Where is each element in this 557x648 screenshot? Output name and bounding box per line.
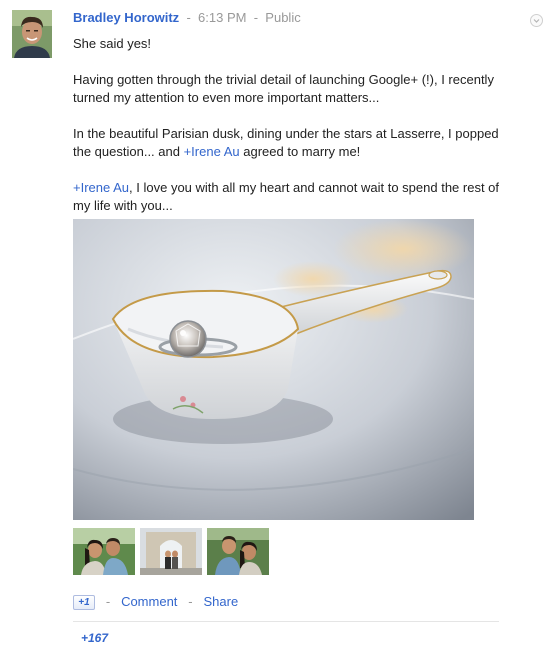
stream-post: Bradley Horowitz - 6:13 PM - Public She … — [0, 0, 557, 648]
post-menu-button[interactable] — [530, 14, 543, 27]
mention-link[interactable]: +Irene Au — [73, 180, 129, 195]
main-photo[interactable] — [73, 219, 474, 520]
comment-link[interactable]: Comment — [121, 594, 177, 609]
post-body: She said yes! Having gotten through the … — [73, 35, 513, 233]
share-link[interactable]: Share — [203, 594, 238, 609]
post-timestamp-link[interactable]: 6:13 PM — [198, 10, 246, 25]
author-avatar[interactable] — [12, 10, 52, 58]
action-separator: - — [188, 594, 193, 609]
header-separator: - — [186, 10, 191, 25]
plus-one-count[interactable]: +167 — [81, 630, 108, 646]
post-paragraph: +Irene Au, I love you with all my heart … — [73, 180, 500, 213]
mention-link[interactable]: +Irene Au — [184, 144, 240, 159]
post-paragraph: She said yes! — [73, 36, 152, 51]
post-header: Bradley Horowitz - 6:13 PM - Public — [73, 10, 301, 26]
author-name-link[interactable]: Bradley Horowitz — [73, 10, 179, 25]
photo-thumbnail[interactable] — [140, 528, 202, 575]
chevron-down-icon — [533, 19, 540, 23]
post-paragraph: Having gotten through the trivial detail… — [73, 72, 494, 105]
header-separator: - — [253, 10, 259, 25]
visibility-label[interactable]: Public — [265, 10, 300, 25]
divider — [73, 621, 499, 622]
photo-thumbnail[interactable] — [73, 528, 135, 575]
post-actions: +1 - Comment - Share — [73, 594, 238, 611]
plus-one-icon: +1 — [78, 597, 90, 609]
action-separator: - — [105, 594, 111, 609]
photo-thumbnail[interactable] — [207, 528, 269, 575]
post-paragraph: In the beautiful Parisian dusk, dining u… — [73, 126, 499, 159]
plus-one-button[interactable]: +1 — [73, 595, 95, 611]
